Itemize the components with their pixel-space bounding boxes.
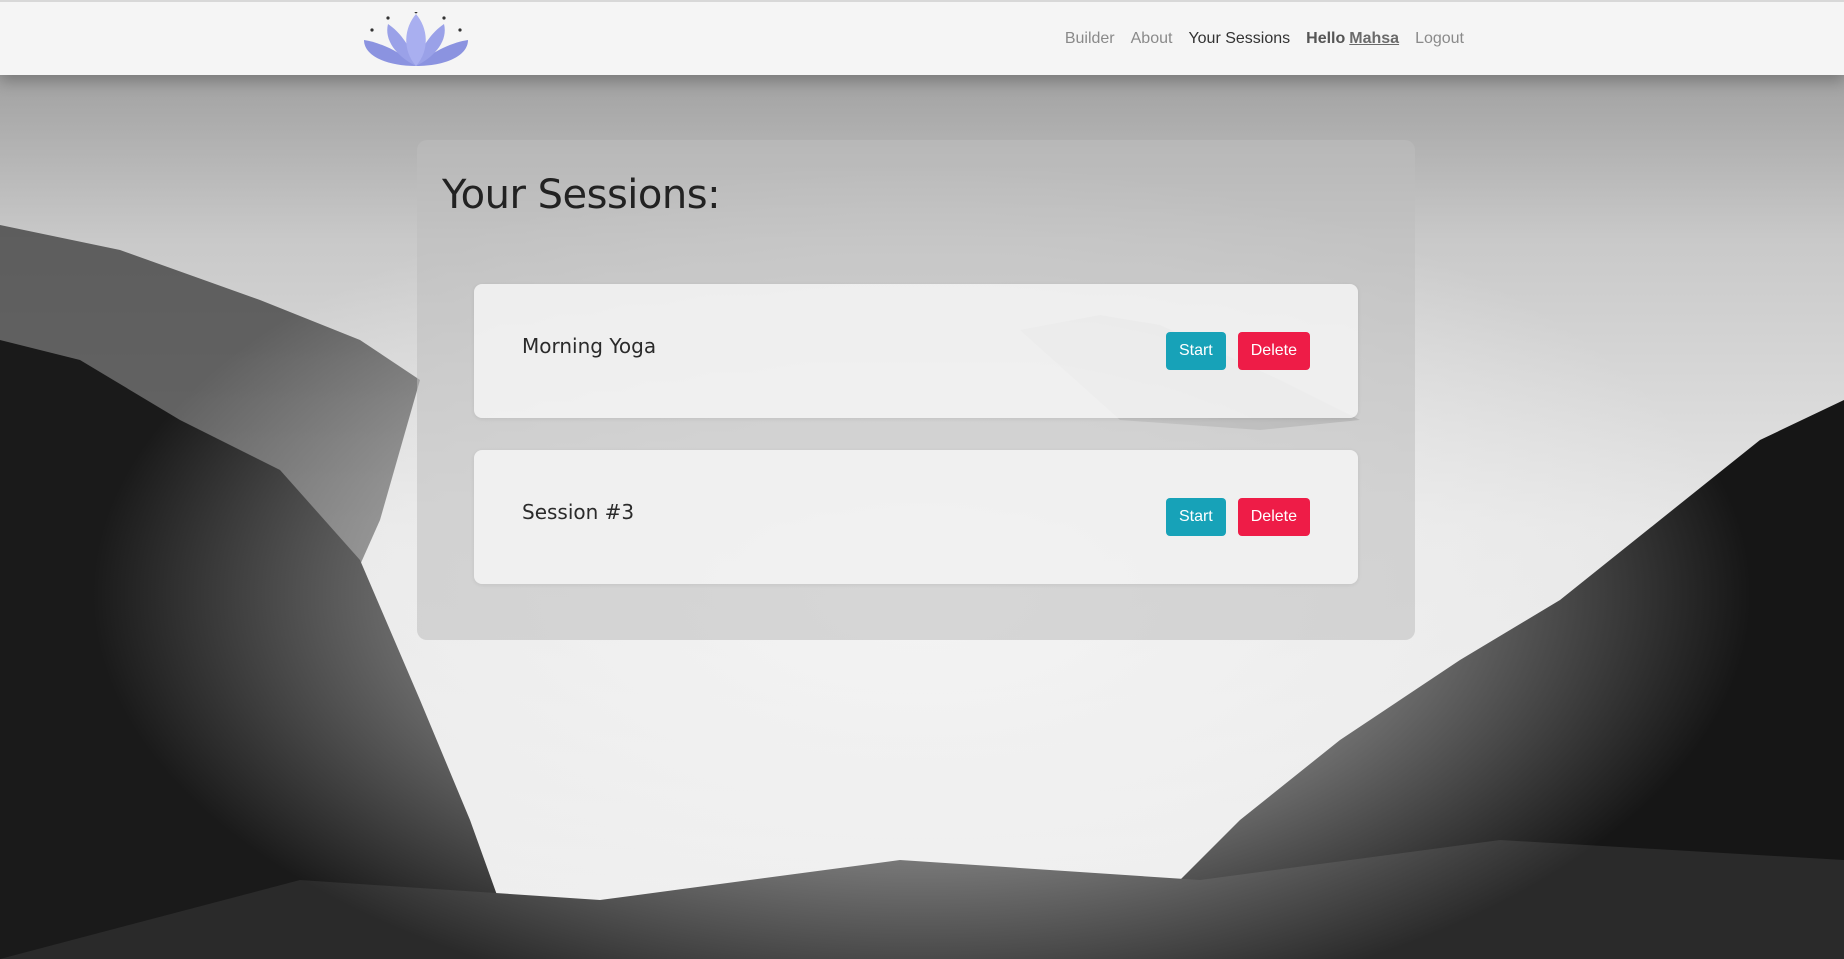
session-name: Morning Yoga bbox=[522, 334, 657, 358]
logout-link[interactable]: Logout bbox=[1415, 30, 1464, 48]
session-actions: Start Delete bbox=[1165, 332, 1310, 370]
nav-link-about[interactable]: About bbox=[1131, 30, 1173, 48]
start-button[interactable]: Start bbox=[1165, 332, 1226, 370]
navbar: Builder About Your Sessions Hello Mahsa L… bbox=[0, 0, 1844, 75]
nav-link-your-sessions[interactable]: Your Sessions bbox=[1188, 30, 1290, 48]
start-button[interactable]: Start bbox=[1165, 498, 1226, 536]
nav-link-builder[interactable]: Builder bbox=[1065, 30, 1115, 48]
greeting-label: Hello bbox=[1306, 29, 1346, 47]
session-card: Session #3 Start Delete bbox=[474, 450, 1358, 584]
delete-button[interactable]: Delete bbox=[1237, 332, 1310, 370]
sessions-panel: Your Sessions: Morning Yoga Start Delete… bbox=[417, 140, 1415, 640]
greeting: Hello Mahsa bbox=[1306, 30, 1399, 48]
page-title: Your Sessions: bbox=[442, 172, 721, 218]
session-name: Session #3 bbox=[522, 500, 635, 524]
nav-menu: Builder About Your Sessions Hello Mahsa L… bbox=[1065, 2, 1464, 75]
page: Builder About Your Sessions Hello Mahsa L… bbox=[0, 0, 1844, 959]
session-card: Morning Yoga Start Delete bbox=[474, 284, 1358, 418]
username-link[interactable]: Mahsa bbox=[1349, 30, 1399, 47]
lotus-logo-icon[interactable] bbox=[362, 12, 470, 68]
delete-button[interactable]: Delete bbox=[1237, 498, 1310, 536]
session-actions: Start Delete bbox=[1165, 498, 1310, 536]
